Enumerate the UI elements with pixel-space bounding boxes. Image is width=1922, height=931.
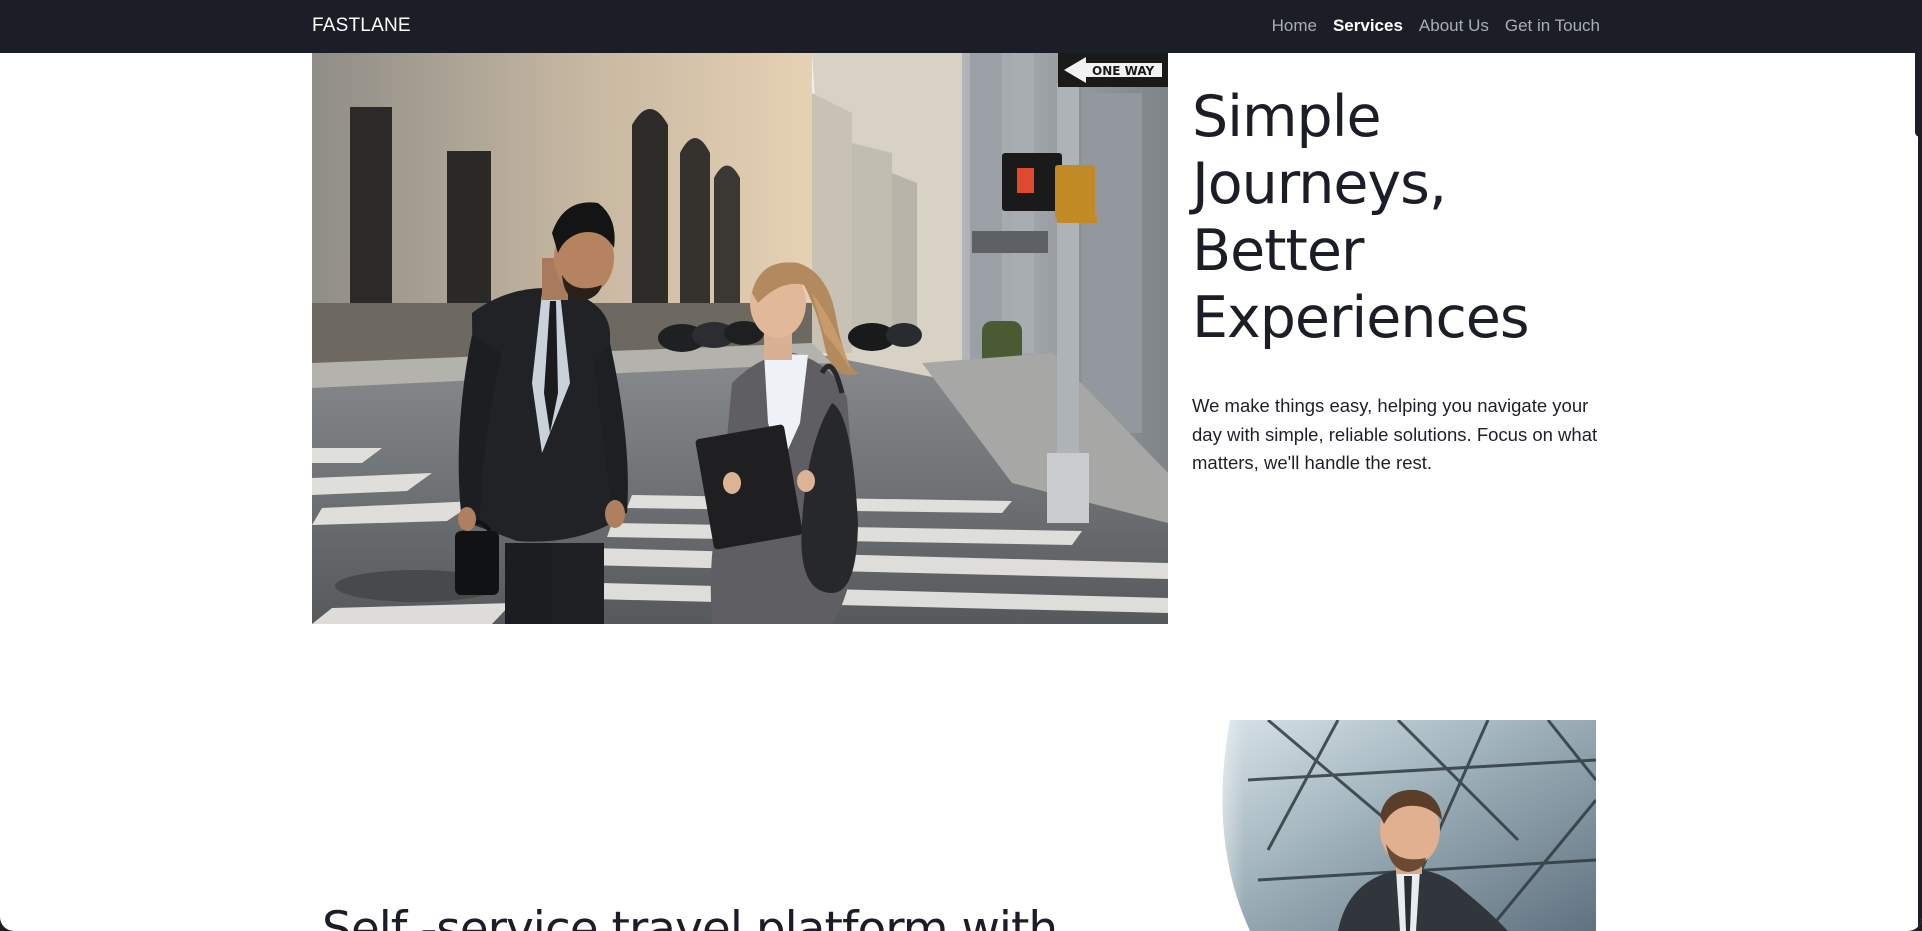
nav-link-home[interactable]: Home <box>1272 16 1317 36</box>
nav-link-about-us[interactable]: About Us <box>1419 16 1489 36</box>
brand-logo[interactable]: FASTLANE <box>312 15 411 37</box>
nav-links: Home Services About Us Get in Touch <box>1272 16 1600 36</box>
browser-viewport: FASTLANE Home Services About Us Get in T… <box>0 0 1922 931</box>
hero-description: We make things easy, helping you navigat… <box>1192 395 1598 473</box>
hero-photo-illustration: ONE WAY <box>312 53 1168 624</box>
window-edge <box>1918 53 1922 931</box>
hero-text-block: Simple Journeys, Better Experiences We m… <box>1192 84 1612 478</box>
feature-photo-businessman-glass-building <box>1188 720 1596 931</box>
one-way-sign-text: ONE WAY <box>1092 64 1154 78</box>
top-navbar: FASTLANE Home Services About Us Get in T… <box>0 0 1922 53</box>
one-way-sign: ONE WAY <box>1058 53 1168 87</box>
feature-title: Self -service travel platform with <box>322 902 1058 931</box>
feature-photo-illustration <box>1188 720 1596 931</box>
hero-photo-business-people-crosswalk: ONE WAY <box>312 53 1168 624</box>
nav-link-get-in-touch[interactable]: Get in Touch <box>1505 16 1600 36</box>
scrollbar-thumb[interactable] <box>1915 53 1922 137</box>
nav-link-services[interactable]: Services <box>1333 16 1403 36</box>
hero-title: Simple Journeys, Better Experiences <box>1192 84 1530 351</box>
